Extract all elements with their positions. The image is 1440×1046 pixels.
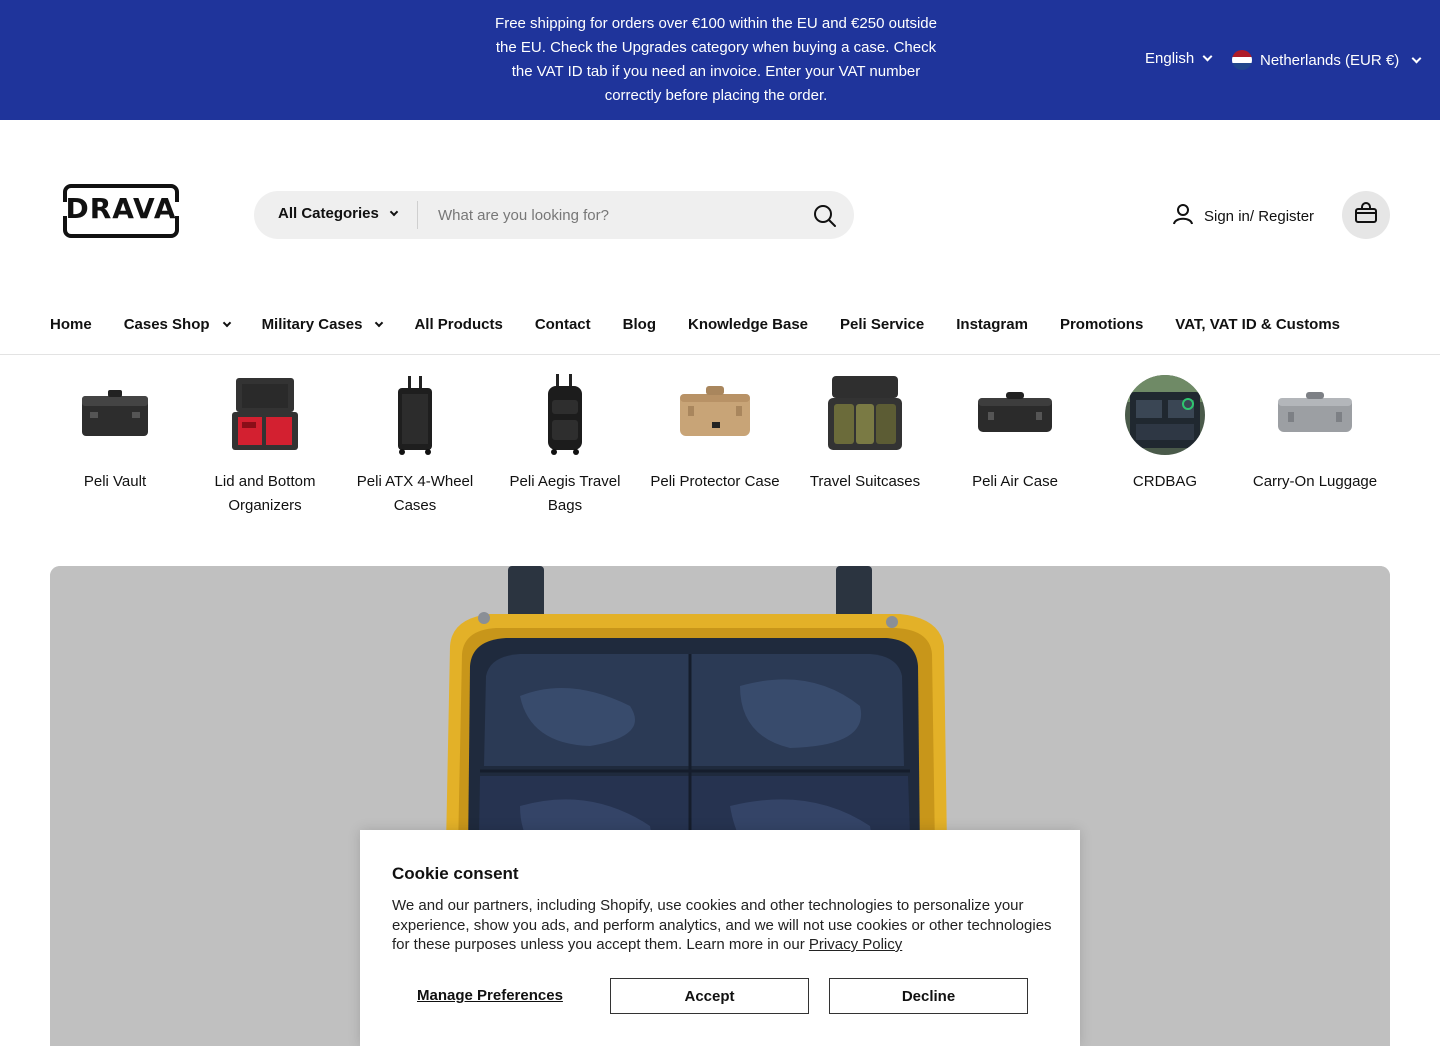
language-label: English — [1145, 50, 1195, 67]
site-logo[interactable]: DRAVA — [60, 182, 182, 240]
category-crdbag[interactable]: CRDBAG — [1090, 372, 1240, 518]
nav-item-cases-shop[interactable]: Cases Shop — [123, 316, 231, 333]
chevron-down-icon — [1411, 53, 1422, 63]
accept-button[interactable]: Accept — [610, 978, 809, 1014]
nav-label: Military Cases — [261, 316, 363, 333]
chevron-down-icon — [1202, 51, 1213, 62]
search-category-select[interactable]: All Categories — [278, 205, 399, 222]
case-thumbnail — [372, 372, 458, 458]
case-thumbnail — [822, 372, 908, 458]
case-thumbnail — [1272, 372, 1358, 458]
category-label: Travel Suitcases — [809, 473, 921, 490]
nav-label: Promotions — [1059, 316, 1144, 333]
category-label: Peli Protector Case — [650, 473, 780, 490]
case-thumbnail — [672, 372, 758, 458]
netherlands-flag-icon — [1232, 50, 1252, 70]
nav-label: VAT, VAT ID & Customs — [1175, 316, 1341, 333]
chevron-down-icon — [375, 318, 384, 327]
nav-item-contact[interactable]: Contact — [535, 316, 591, 333]
nav-label: Home — [50, 316, 92, 333]
signin-link[interactable]: Sign in/ Register — [1172, 203, 1314, 229]
category-label: CRDBAG — [1132, 473, 1198, 490]
shopping-bag-icon — [1354, 201, 1378, 229]
category-label: Carry-On Luggage — [1252, 473, 1378, 490]
language-selector[interactable]: English — [1145, 50, 1213, 67]
nav-label: All Products — [414, 316, 503, 333]
country-label: Netherlands (EUR €) — [1260, 51, 1400, 69]
case-thumbnail — [972, 372, 1058, 458]
cookie-body: We and our partners, including Shopify, … — [392, 896, 1052, 955]
user-icon — [1172, 203, 1194, 229]
logo-text: DRAVA — [65, 192, 177, 225]
nav-label: Peli Service — [840, 316, 925, 333]
category-peli-atx[interactable]: Peli ATX 4-Wheel Cases — [340, 372, 490, 518]
cookie-consent-dialog: Cookie consent We and our partners, incl… — [360, 830, 1080, 1046]
nav-label: Cases Shop — [123, 316, 210, 333]
category-label: Peli Aegis Travel Bags — [509, 473, 621, 514]
category-peli-aegis[interactable]: Peli Aegis Travel Bags — [490, 372, 640, 518]
case-thumbnail — [522, 372, 608, 458]
search-icon[interactable] — [812, 203, 838, 229]
chevron-down-icon — [389, 207, 399, 216]
privacy-policy-link[interactable]: Privacy Policy — [809, 936, 902, 953]
case-thumbnail — [1122, 372, 1208, 458]
announcement-text: Free shipping for orders over €100 withi… — [495, 15, 937, 104]
nav-item-all-products[interactable]: All Products — [414, 316, 502, 333]
nav-divider — [0, 354, 1440, 355]
nav-item-blog[interactable]: Blog — [623, 316, 656, 333]
search-bar: All Categories — [254, 191, 854, 239]
search-input[interactable] — [438, 191, 798, 239]
category-strip: Peli Vault Lid and Bottom Organizers Pel… — [40, 372, 1400, 518]
cart-button[interactable] — [1342, 191, 1390, 239]
nav-item-promotions[interactable]: Promotions — [1060, 316, 1143, 333]
nav-item-knowledge-base[interactable]: Knowledge Base — [688, 316, 808, 333]
nav-label: Blog — [622, 316, 656, 333]
chevron-down-icon — [222, 318, 231, 327]
nav-item-home[interactable]: Home — [50, 316, 92, 333]
category-label: Peli ATX 4-Wheel Cases — [356, 473, 474, 514]
category-label: Lid and Bottom Organizers — [214, 473, 316, 514]
signin-label: Sign in/ Register — [1204, 207, 1315, 225]
category-travel-suitcases[interactable]: Travel Suitcases — [790, 372, 940, 518]
nav-label: Contact — [534, 316, 591, 333]
main-nav: Home Cases Shop Military Cases All Produ… — [50, 316, 1340, 333]
search-category-label: All Categories — [278, 205, 379, 222]
category-peli-air[interactable]: Peli Air Case — [940, 372, 1090, 518]
cookie-title: Cookie consent — [392, 864, 519, 883]
case-thumbnail — [222, 372, 308, 458]
nav-item-instagram[interactable]: Instagram — [956, 316, 1028, 333]
category-lid-organizers[interactable]: Lid and Bottom Organizers — [190, 372, 340, 518]
category-label: Peli Air Case — [972, 473, 1058, 490]
country-selector[interactable]: Netherlands (EUR €) — [1232, 50, 1422, 70]
category-peli-vault[interactable]: Peli Vault — [40, 372, 190, 518]
announcement-bar: Free shipping for orders over €100 withi… — [0, 0, 1440, 120]
category-peli-protector[interactable]: Peli Protector Case — [640, 372, 790, 518]
category-carry-on[interactable]: Carry-On Luggage — [1240, 372, 1390, 518]
nav-item-vat[interactable]: VAT, VAT ID & Customs — [1175, 316, 1340, 333]
nav-item-military-cases[interactable]: Military Cases — [261, 316, 384, 333]
manage-preferences-button[interactable]: Manage Preferences — [417, 987, 563, 1004]
cookie-body-text: We and our partners, including Shopify, … — [392, 897, 1052, 953]
category-label: Peli Vault — [83, 473, 147, 490]
nav-label: Instagram — [956, 316, 1028, 333]
decline-button[interactable]: Decline — [829, 978, 1028, 1014]
case-thumbnail — [72, 372, 158, 458]
nav-item-peli-service[interactable]: Peli Service — [840, 316, 924, 333]
search-divider — [417, 201, 418, 229]
nav-label: Knowledge Base — [687, 316, 809, 333]
